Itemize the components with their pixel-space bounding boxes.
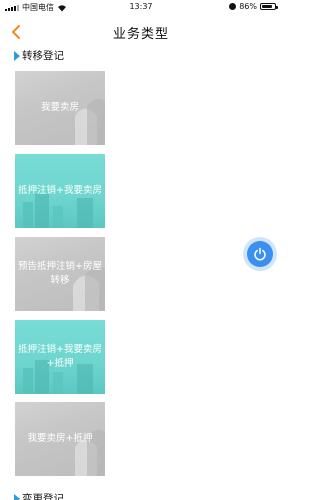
battery-fill [262, 5, 272, 8]
battery-icon [260, 3, 278, 10]
card-label: 抵押注销+我要卖房 [18, 185, 102, 196]
section-marker-icon [14, 50, 20, 61]
page-title: 业务类型 [112, 27, 169, 42]
card-cancel-mortgage-sell[interactable]: 抵押注销+我要卖房 [15, 154, 105, 228]
card-label: 预告抵押注销+房屋转移 [18, 261, 102, 286]
section-title-change: 变更登记 [14, 491, 64, 500]
card-cancel-mortgage-sell-mortgage[interactable]: 抵押注销+我要卖房+抵押 [15, 320, 105, 394]
card-sell-house[interactable]: 我要卖房 [15, 71, 105, 145]
section-title-label: 转移登记 [22, 50, 64, 62]
power-button-inner [247, 241, 273, 267]
section-title-label: 变更登记 [22, 493, 64, 500]
card-label: 我要卖房+抵押 [27, 433, 93, 444]
status-bar: 中国电信 13:37 86% [0, 0, 282, 14]
nav-bar: 业务类型 [0, 18, 282, 46]
battery-percent: 86% [239, 2, 257, 11]
section-title-transfer: 转移登记 [14, 48, 64, 63]
alarm-icon [229, 3, 237, 10]
power-button[interactable] [243, 237, 277, 271]
power-icon [254, 247, 266, 261]
status-right: 86% [229, 2, 278, 11]
card-label: 我要卖房 [40, 102, 79, 113]
card-label: 抵押注销+我要卖房+抵押 [18, 344, 102, 369]
card-pre-mortgage-transfer[interactable]: 预告抵押注销+房屋转移 [15, 237, 105, 311]
card-sell-house-mortgage[interactable]: 我要卖房+抵押 [15, 402, 105, 476]
section-marker-icon [14, 493, 20, 500]
